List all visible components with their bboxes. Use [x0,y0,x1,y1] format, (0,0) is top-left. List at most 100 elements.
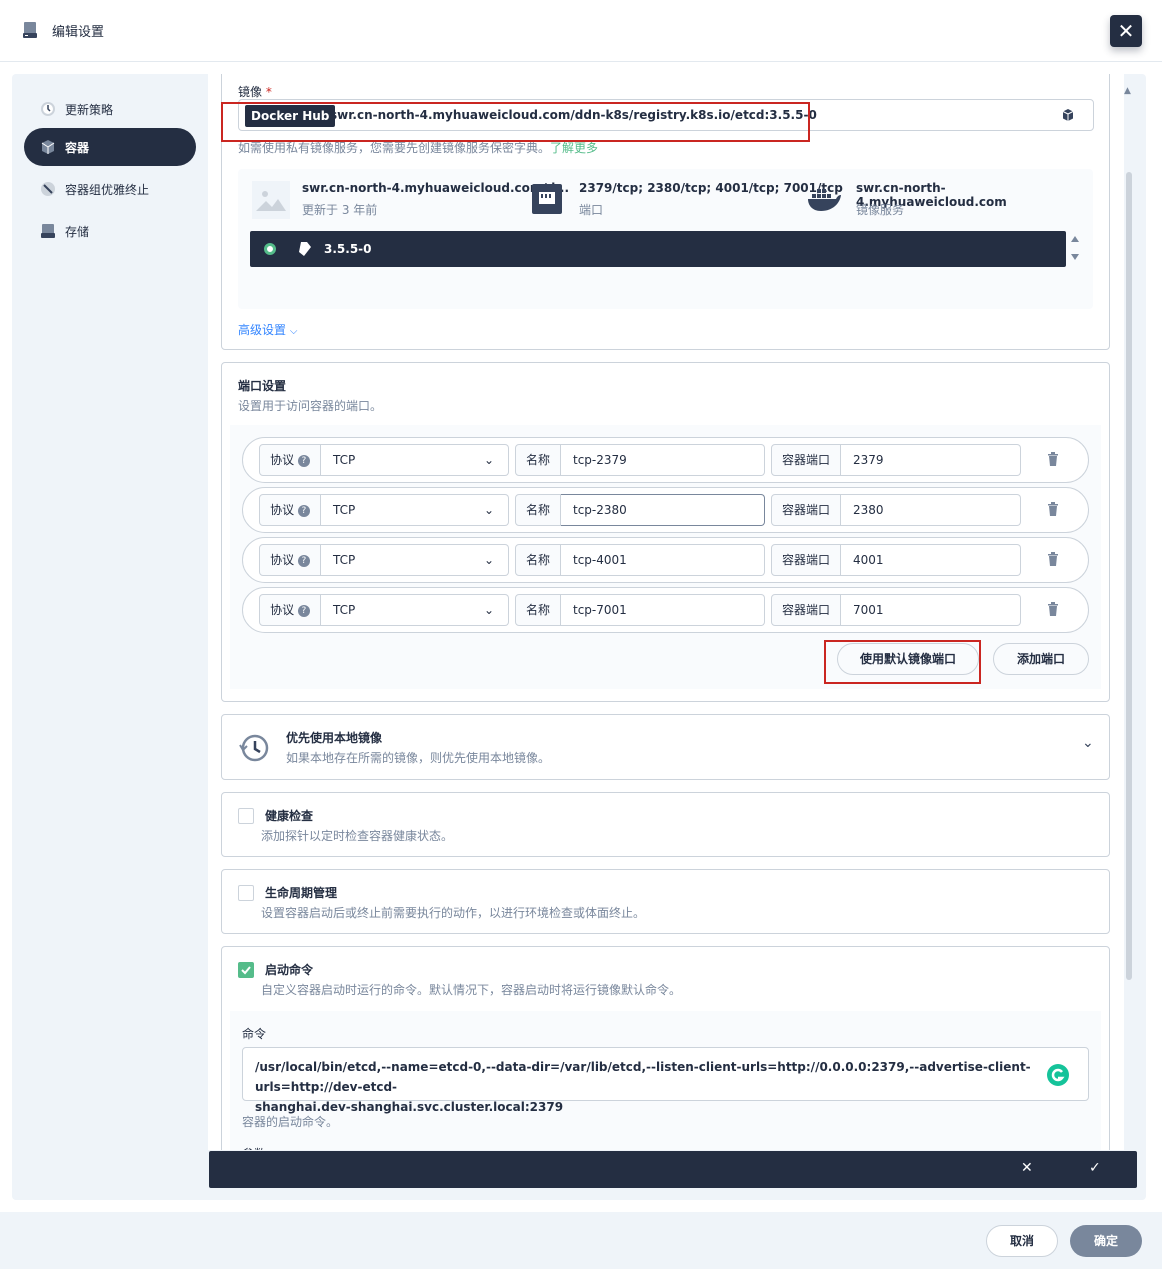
tag-value: 3.5.5-0 [324,242,372,256]
container-port-input[interactable]: 2380 [841,494,1021,526]
add-port-button[interactable]: 添加端口 [993,643,1089,675]
container-port-input[interactable]: 7001 [841,594,1021,626]
required-mark: * [265,85,272,99]
command-line-1: /usr/local/bin/etcd,--name=etcd-0,--data… [255,1060,1031,1094]
port-name-input[interactable]: tcp-2379 [561,444,765,476]
container-port-label: 容器端口 [771,444,841,476]
trash-icon[interactable] [1047,552,1059,566]
chevron-down-icon: ⌄ [483,553,494,567]
help-icon[interactable]: ? [297,454,310,467]
protocol-select[interactable]: TCP ⌄ [321,494,509,526]
sidebar-item-label: 更新策略 [65,103,114,117]
modal-footer: 取消 确定 [0,1212,1162,1269]
sidebar-item-graceful-termination[interactable]: 容器组优雅终止 [24,170,196,208]
bar-cancel-icon[interactable]: ✕ [1021,1160,1033,1176]
inline-action-bar: ✕ ✓ [209,1151,1137,1188]
trash-icon[interactable] [1047,452,1059,466]
command-hint: 容器的启动命令。 [242,1115,339,1129]
sidebar-item-update-strategy[interactable]: 更新策略 [24,90,196,128]
help-icon[interactable]: ? [297,554,310,567]
image-hint: 如需使用私有镜像服务，您需要先创建镜像服务保密字典。 [238,141,551,155]
advanced-settings-label: 高级设置 [238,323,287,337]
highlight-default-port-button [824,640,981,684]
learn-more-link[interactable]: 了解更多 [550,141,598,155]
tag-radio[interactable] [264,243,276,255]
check-icon [241,966,251,975]
image-ports: 2379/tcp; 2380/tcp; 4001/tcp; 7001/tcp [579,181,843,195]
trash-icon[interactable] [1047,602,1059,616]
args-label: 参数 [242,1145,266,1150]
local-image-desc: 如果本地存在所需的镜像，则优先使用本地镜像。 [286,751,551,765]
container-icon [41,140,55,154]
protocol-label: 协议 ? [259,444,321,476]
history-icon [239,734,269,762]
port-row: 协议 ? TCP ⌄ 名称 tcp-7001 容器端口 7001 [242,587,1089,633]
startup-command-card: 启动命令 自定义容器启动时运行的命令。默认情况下，容器启动时将运行镜像默认命令。… [221,946,1110,1150]
image-updated: 更新于 3 年前 [302,203,378,217]
health-check-desc: 添加探针以定时检查容器健康状态。 [261,829,454,843]
scroll-thumb[interactable] [1126,172,1132,980]
update-strategy-icon [41,102,55,116]
container-port-input[interactable]: 2379 [841,444,1021,476]
advanced-settings-link[interactable]: 高级设置 ⌵ [238,321,297,338]
container-port-input[interactable]: 4001 [841,544,1021,576]
startup-command-title: 启动命令 [265,963,314,977]
highlight-image-input [221,102,810,142]
port-name-input[interactable]: tcp-7001 [561,594,765,626]
name-label: 名称 [515,494,561,526]
port-row: 协议 ? TCP ⌄ 名称 tcp-2379 容器端口 2379 [242,437,1089,483]
name-label: 名称 [515,594,561,626]
lifecycle-desc: 设置容器启动后或终止前需要执行的动作，以进行环境检查或体面终止。 [261,906,646,920]
port-row: 协议 ? TCP ⌄ 名称 tcp-4001 容器端口 4001 [242,537,1089,583]
port-icon [532,184,562,214]
local-image-card[interactable]: 优先使用本地镜像 如果本地存在所需的镜像，则优先使用本地镜像。 ⌄ [221,714,1110,780]
chevron-down-icon[interactable]: ⌄ [1082,735,1094,751]
image-registry-label: 镜像服务 [856,203,905,217]
help-icon[interactable]: ? [297,504,310,517]
docker-icon [808,189,841,211]
ports-title: 端口设置 [238,379,287,393]
sidebar-item-label: 容器 [65,141,90,155]
port-row: 协议 ? TCP ⌄ 名称 tcp-2380 容器端口 2380 [242,487,1089,533]
tag-icon [299,242,311,256]
cube-icon[interactable] [1061,108,1075,122]
close-button[interactable]: ✕ [1110,15,1142,47]
image-label: 镜像 [238,85,263,99]
scroll-up-icon[interactable]: ▲ [1124,86,1131,96]
protocol-select[interactable]: TCP ⌄ [321,544,509,576]
lifecycle-card: 生命周期管理 设置容器启动后或终止前需要执行的动作，以进行环境检查或体面终止。 [221,869,1110,934]
chevron-down-icon: ⌄ [483,503,494,517]
protocol-label: 协议 ? [259,594,321,626]
lifecycle-checkbox[interactable] [238,885,254,901]
port-name-input[interactable]: tcp-2380 [561,494,765,526]
health-check-card: 健康检查 添加探针以定时检查容器健康状态。 [221,792,1110,857]
bar-confirm-icon[interactable]: ✓ [1089,1160,1101,1176]
storage-icon [41,224,55,238]
cancel-button[interactable]: 取消 [986,1225,1058,1257]
protocol-select[interactable]: TCP ⌄ [321,594,509,626]
tag-scroll-arrows[interactable] [1070,235,1080,261]
local-image-title: 优先使用本地镜像 [286,731,383,745]
health-check-checkbox[interactable] [238,808,254,824]
startup-command-checkbox[interactable] [238,962,254,978]
protocol-select[interactable]: TCP ⌄ [321,444,509,476]
command-textarea[interactable]: /usr/local/bin/etcd,--name=etcd-0,--data… [242,1047,1089,1114]
modal-header: 编辑设置 [0,0,1162,62]
sidebar-item-label: 存储 [65,225,90,239]
image-name: swr.cn-north-4.myhuaweicloud.com/d... [302,181,570,195]
image-ports-label: 端口 [579,203,604,217]
sidebar-item-storage[interactable]: 存储 [24,212,196,250]
terminate-icon [41,182,55,196]
confirm-button[interactable]: 确定 [1070,1225,1142,1257]
help-icon[interactable]: ? [297,604,310,617]
scrollbar[interactable]: ▲ [1124,86,1134,1186]
image-placeholder-icon [252,181,290,219]
tag-option[interactable]: 3.5.5-0 [250,231,1066,267]
container-port-label: 容器端口 [771,594,841,626]
chevron-down-icon: ⌄ [483,603,494,617]
port-name-input[interactable]: tcp-4001 [561,544,765,576]
sidebar-item-container[interactable]: 容器 [24,128,196,166]
image-info-panel: swr.cn-north-4.myhuaweicloud.com/d... 更新… [238,169,1093,309]
grammarly-icon[interactable] [1045,1062,1071,1088]
trash-icon[interactable] [1047,502,1059,516]
